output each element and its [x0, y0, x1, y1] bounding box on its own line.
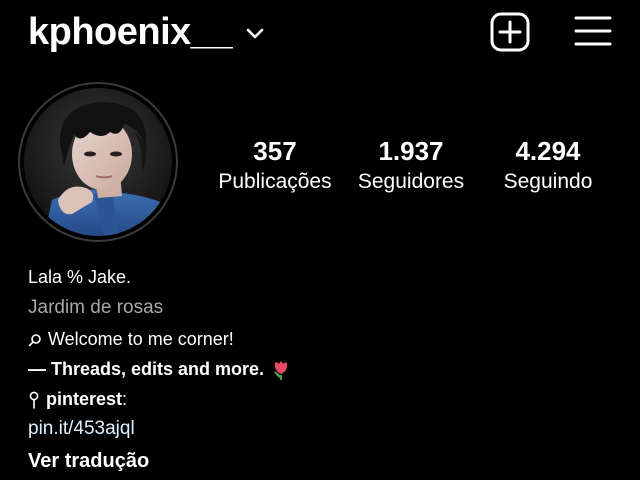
- bio-pinterest-label: pinterest: [46, 389, 123, 409]
- following-label: Seguindo: [503, 170, 593, 193]
- hamburger-menu-icon[interactable]: [573, 12, 613, 52]
- username: kphoenix__: [28, 11, 233, 53]
- bio-line-threads: — Threads, edits and more.: [28, 354, 628, 384]
- account-switcher[interactable]: kphoenix__: [28, 10, 266, 54]
- posts-label: Publicações: [218, 170, 332, 193]
- posts-count: 357: [253, 136, 297, 166]
- followers-label: Seguidores: [357, 170, 465, 193]
- see-translation-button[interactable]: Ver tradução: [28, 446, 628, 476]
- stat-followers[interactable]: 1.937 Seguidores: [341, 136, 481, 196]
- bio-line-pinterest: pinterest:: [28, 384, 628, 414]
- followers-count: 1.937: [378, 136, 444, 166]
- stat-posts[interactable]: 357 Publicações: [205, 136, 345, 196]
- bio-pinterest-colon: :: [122, 389, 128, 409]
- avatar-ring[interactable]: [18, 82, 178, 242]
- display-name: Lala % Jake.: [28, 267, 132, 287]
- profile-photo: [24, 88, 172, 236]
- avatar[interactable]: [24, 88, 172, 236]
- following-count: 4.294: [515, 136, 581, 166]
- chevron-down-icon: [246, 28, 264, 39]
- profile-category[interactable]: Jardim de rosas: [28, 292, 628, 324]
- bio-link[interactable]: pin.it/453ajql: [28, 414, 628, 444]
- tulip-emoji: [274, 361, 288, 381]
- bio-line-welcome: Welcome to me corner!: [28, 324, 628, 354]
- pin-icon: [29, 391, 39, 410]
- bio-threads-text: — Threads, edits and more.: [28, 359, 265, 379]
- profile-header: kphoenix__: [0, 0, 640, 64]
- profile-screen: kphoenix__ 357 Publicações 1.937 Seguido…: [0, 0, 640, 480]
- bio-welcome-text: Welcome to me corner!: [48, 329, 234, 349]
- profile-bio: Lala % Jake. Jardim de rosas Welcome to …: [28, 262, 628, 476]
- plus-square-icon[interactable]: [490, 12, 530, 52]
- stat-following[interactable]: 4.294 Seguindo: [478, 136, 618, 196]
- search-icon: [28, 334, 41, 347]
